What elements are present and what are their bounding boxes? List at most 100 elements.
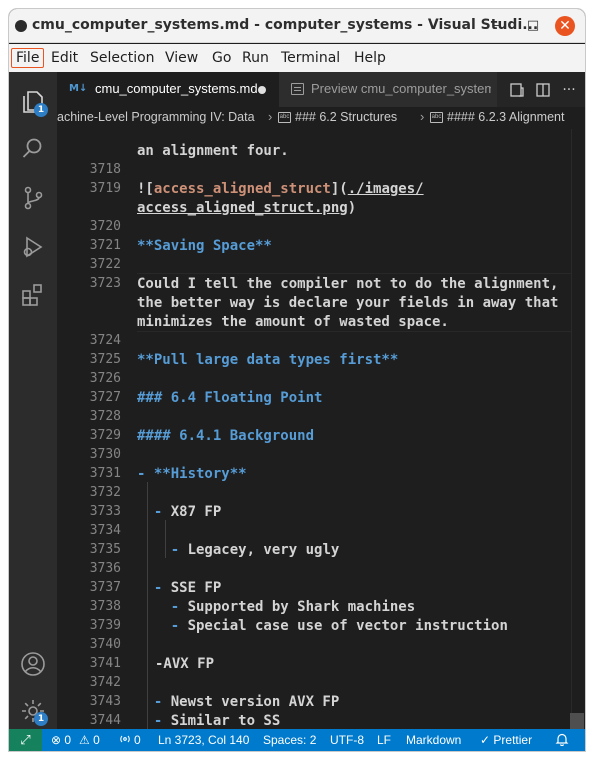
list-text: SSE FP (170, 580, 222, 596)
tab-label: cmu_computer_systems.md (95, 81, 258, 96)
md-image-path[interactable]: access_aligned_struct.png (137, 200, 348, 216)
list-text: Newst version AVX FP (170, 694, 340, 710)
status-encoding[interactable]: UTF-8 (330, 733, 364, 747)
status-indentation[interactable]: Spaces: 2 (263, 733, 316, 747)
line-number: 3740 (89, 637, 121, 652)
line-number: 3729 (89, 428, 121, 443)
close-button[interactable]: ✕ (555, 16, 575, 36)
explorer-icon[interactable]: 1 (19, 88, 48, 117)
line-number: 3735 (89, 542, 121, 557)
line-number: 3737 (89, 580, 121, 595)
list-marker: - (170, 599, 188, 615)
remote-indicator-icon[interactable]: ⤢ (9, 729, 42, 751)
list-text: Similar to SS (170, 713, 281, 729)
breadcrumb-item-chapter[interactable]: achine-Level Programming IV: Data (57, 110, 255, 124)
vertical-scrollbar[interactable] (571, 129, 585, 729)
code-line-list: - Similar to SS (137, 713, 280, 729)
line-number: 3738 (89, 599, 121, 614)
notifications-bell-icon[interactable] (555, 732, 569, 749)
extensions-icon[interactable] (19, 281, 47, 309)
source-control-icon[interactable] (19, 184, 47, 212)
code-editor[interactable]: 3718 3719 3720 3721 3722 3723 3724 3725 … (57, 129, 585, 729)
list-marker: - (153, 580, 171, 596)
menu-file[interactable]: File (11, 48, 45, 68)
minimize-button[interactable]: – (488, 17, 506, 35)
list-text: X87 FP (170, 504, 222, 520)
status-warnings[interactable]: ⚠ 0 (79, 733, 100, 747)
activity-bar: 1 1 (9, 72, 57, 729)
explorer-badge: 1 (34, 103, 48, 117)
list-marker: - (170, 618, 188, 634)
code-line-list: - Supported by Shark machines (137, 599, 415, 615)
menu-run[interactable]: Run (238, 48, 273, 68)
list-marker: - (153, 713, 171, 729)
more-actions-icon[interactable]: ··· (559, 80, 579, 100)
status-ports[interactable]: 0 (134, 733, 141, 747)
code-line-list: - **History** (137, 466, 247, 482)
line-number: 3743 (89, 694, 121, 709)
open-preview-side-icon[interactable] (507, 80, 527, 100)
editor-tabs: M↓ cmu_computer_systems.md Preview cmu_c… (57, 72, 585, 107)
menu-terminal[interactable]: Terminal (277, 48, 344, 68)
search-icon[interactable] (19, 135, 47, 163)
breadcrumb-item-alignment[interactable]: #### 6.2.3 Alignment (447, 110, 564, 124)
account-icon[interactable] (19, 650, 47, 678)
window-title: cmu_computer_systems.md - computer_syste… (32, 17, 539, 33)
breadcrumb: achine-Level Programming IV: Data › abc … (57, 107, 585, 129)
code-line-heading: ### 6.4 Floating Point (137, 390, 323, 406)
status-eol[interactable]: LF (377, 733, 391, 747)
code-line-list: - Special case use of vector instruction (137, 618, 508, 634)
menu-view[interactable]: View (161, 48, 202, 68)
line-number: 3719 (89, 181, 121, 196)
code-line: the better way is declare your fields in… (137, 295, 559, 311)
code-line-image-link-wrap: access_aligned_struct.png) (137, 200, 356, 216)
menu-selection[interactable]: Selection (86, 48, 159, 68)
maximize-button[interactable]: □ (524, 17, 542, 35)
broadcast-icon[interactable] (119, 733, 131, 747)
menu-go[interactable]: Go (208, 48, 235, 68)
status-prettier[interactable]: ✓ Prettier (480, 733, 532, 747)
code-line-bold: **Saving Space** (137, 238, 272, 254)
menu-bar: File Edit Selection View Go Run Terminal… (9, 44, 585, 72)
settings-gear-icon[interactable]: 1 (19, 697, 48, 726)
line-number: 3720 (89, 219, 121, 234)
heading-symbol-icon: abc (278, 112, 291, 123)
run-debug-icon[interactable] (19, 233, 47, 261)
menu-edit[interactable]: Edit (47, 48, 82, 68)
tab-cmu-computer-systems[interactable]: M↓ cmu_computer_systems.md (57, 72, 279, 107)
line-number: 3736 (89, 561, 121, 576)
status-language[interactable]: Markdown (406, 733, 461, 747)
menu-help[interactable]: Help (350, 48, 390, 68)
code-line-list: - Legacey, very ugly (137, 542, 340, 558)
unsaved-indicator-icon[interactable] (258, 86, 266, 94)
breadcrumb-separator: › (420, 109, 425, 124)
md-image-bang: ![ (137, 181, 154, 197)
line-number: 3723 (89, 276, 121, 291)
split-editor-icon[interactable] (533, 80, 553, 100)
status-errors[interactable]: ⊗ 0 (51, 733, 71, 747)
scrollbar-thumb[interactable] (570, 713, 584, 729)
code-line: minimizes the amount of wasted space. (137, 314, 449, 330)
line-number: 3728 (89, 409, 121, 424)
code-line-heading: #### 6.4.1 Background (137, 428, 315, 444)
breadcrumb-separator: › (268, 109, 273, 124)
line-number: 3742 (89, 675, 121, 690)
preview-icon (291, 83, 304, 95)
code-line-list: - Newst version AVX FP (137, 694, 339, 710)
settings-badge: 1 (34, 712, 48, 726)
code-line: -AVX FP (155, 656, 215, 672)
code-line: Could I tell the compiler not to do the … (137, 276, 559, 292)
list-text: Legacey, very ugly (187, 542, 340, 558)
code-line-image-link: ![access_aligned_struct](./images/ (137, 181, 424, 197)
tab-preview[interactable]: Preview cmu_computer_systems.md (279, 72, 497, 107)
list-text: **History** (153, 466, 247, 482)
code-line: an alignment four. (137, 143, 289, 159)
line-number: 3721 (89, 238, 121, 253)
status-cursor-position[interactable]: Ln 3723, Col 140 (158, 733, 249, 747)
line-number: 3741 (89, 656, 121, 671)
title-bar: cmu_computer_systems.md - computer_syste… (9, 9, 585, 43)
breadcrumb-item-structures[interactable]: ### 6.2 Structures (295, 110, 397, 124)
md-image-path[interactable]: ./images/ (348, 181, 424, 197)
md-image-alt: access_aligned_struct (153, 181, 331, 197)
line-number: 3727 (89, 390, 121, 405)
